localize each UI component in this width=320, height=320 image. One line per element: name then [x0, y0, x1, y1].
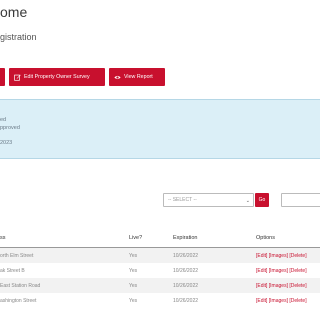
partial-action-button[interactable] [0, 68, 5, 86]
cell-live: Yes [129, 283, 138, 289]
cell-expiration: 10/26/2022 [173, 283, 199, 289]
table-row: East Station Road Yes 10/26/2022 [Edit] … [0, 278, 320, 293]
cell-live: Yes [129, 298, 138, 304]
column-header-expiration: Expiration [173, 235, 198, 241]
column-header-live: Live? [129, 235, 143, 241]
column-header-options: Options [256, 235, 275, 241]
filter-select[interactable]: -- SELECT -- ⌄ [163, 193, 254, 207]
cell-options-links[interactable]: [Edit] [Images] [Delete] [256, 298, 307, 304]
page-title: ome [0, 4, 28, 20]
table-row: orth Elm Street Yes 10/26/2022 [Edit] [I… [0, 248, 320, 263]
info-line-2: pproved [0, 125, 20, 131]
cell-live: Yes [129, 253, 138, 259]
cell-options-links[interactable]: [Edit] [Images] [Delete] [256, 253, 307, 259]
cell-expiration: 10/26/2022 [173, 268, 199, 274]
cell-address: ak Street B [0, 268, 25, 274]
cell-address: ashington Street [0, 298, 37, 304]
cell-expiration: 10/26/2022 [173, 253, 199, 259]
info-line-3: 2023 [0, 140, 13, 146]
info-panel: ed pproved 2023 [0, 99, 320, 159]
cell-options-links[interactable]: [Edit] [Images] [Delete] [256, 283, 307, 289]
edit-icon [14, 74, 21, 81]
view-report-button[interactable]: View Report [109, 68, 165, 86]
cell-options-links[interactable]: [Edit] [Images] [Delete] [256, 268, 307, 274]
go-button[interactable]: Go [255, 193, 269, 207]
table-row: ak Street B Yes 10/26/2022 [Edit] [Image… [0, 263, 320, 278]
filter-select-value: -- SELECT -- [168, 197, 197, 203]
table-row: ashington Street Yes 10/26/2022 [Edit] [… [0, 293, 320, 308]
cell-live: Yes [129, 268, 138, 274]
page-subtitle: gistration [0, 32, 37, 42]
cell-address: East Station Road [0, 283, 41, 289]
chevron-down-icon: ⌄ [245, 198, 250, 204]
view-report-label: View Report [124, 74, 153, 80]
eye-icon [114, 75, 121, 79]
cell-address: orth Elm Street [0, 253, 34, 259]
search-input[interactable] [281, 193, 320, 207]
column-header-address: ss [0, 235, 6, 241]
edit-survey-label: Edit Property Owner Survey [24, 74, 90, 80]
info-line-1: ed [0, 117, 7, 123]
cell-expiration: 10/26/2022 [173, 298, 199, 304]
edit-survey-button[interactable]: Edit Property Owner Survey [9, 68, 105, 86]
